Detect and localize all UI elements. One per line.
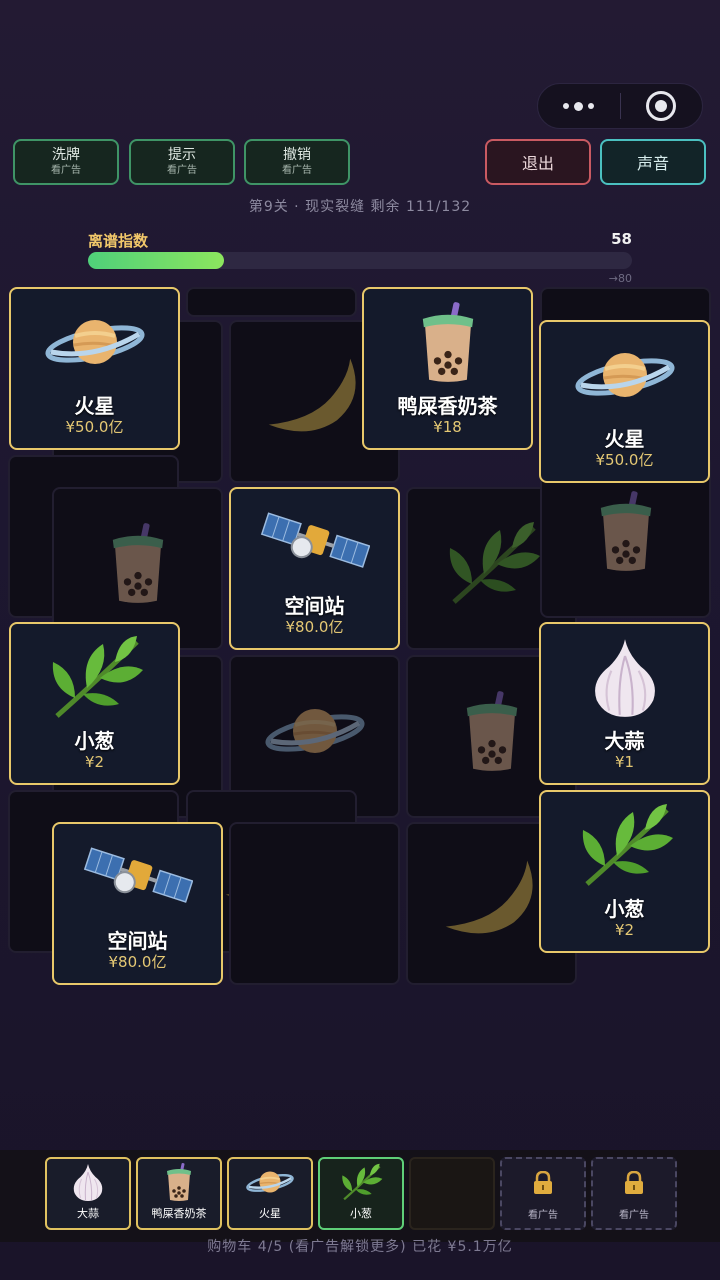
absurdity-meter-goal: →80 bbox=[608, 272, 632, 285]
target-icon bbox=[646, 91, 677, 121]
card-bubble-tea[interactable]: 鸭屎香奶茶 ¥18 bbox=[362, 287, 533, 450]
shuffle-button[interactable]: 洗牌 看广告 bbox=[13, 139, 119, 185]
shuffle-label: 洗牌 bbox=[52, 147, 80, 163]
absurdity-meter-value: 58 bbox=[611, 230, 632, 248]
herb-icon bbox=[575, 800, 675, 890]
covered-card bbox=[229, 822, 400, 985]
bubble-tea-icon bbox=[416, 300, 480, 384]
bubble-tea-icon bbox=[106, 521, 170, 605]
card-space-station[interactable]: 空间站 ¥80.0亿 bbox=[52, 822, 223, 985]
lock-icon bbox=[625, 1170, 643, 1194]
bubble-tea-icon bbox=[460, 689, 524, 773]
card-price: ¥80.0亿 bbox=[285, 618, 344, 636]
herb-icon bbox=[45, 632, 145, 722]
card-price: ¥50.0亿 bbox=[65, 418, 124, 436]
garlic-icon bbox=[587, 635, 663, 719]
cart-slot[interactable]: 鸭屎香奶茶 bbox=[136, 1157, 222, 1230]
cart-slot[interactable]: 火星 bbox=[227, 1157, 313, 1230]
cart-slot-locked[interactable]: 看广告 bbox=[500, 1157, 586, 1230]
planet-icon bbox=[575, 345, 675, 405]
undo-button[interactable]: 撤销 看广告 bbox=[244, 139, 350, 185]
undo-label: 撤销 bbox=[283, 147, 311, 163]
herb-icon bbox=[442, 518, 542, 608]
cart-slot[interactable]: 大蒜 bbox=[45, 1157, 131, 1230]
card-name: 火星 bbox=[74, 394, 115, 418]
cart-slot-label: 鸭屎香奶茶 bbox=[151, 1207, 207, 1220]
card-price: ¥2 bbox=[614, 921, 635, 939]
more-dots-icon bbox=[563, 101, 595, 111]
shuffle-sublabel: 看广告 bbox=[51, 165, 81, 176]
card-price: ¥50.0亿 bbox=[595, 451, 654, 469]
garlic-icon bbox=[70, 1162, 106, 1202]
card-name: 空间站 bbox=[284, 594, 345, 618]
hint-button[interactable]: 提示 看广告 bbox=[129, 139, 235, 185]
level-status: 第9关 · 现实裂缝 剩余 111/132 bbox=[248, 199, 472, 215]
cart-slot-label: 火星 bbox=[259, 1207, 281, 1220]
moon-icon bbox=[260, 352, 370, 440]
cart-slot[interactable]: 小葱 bbox=[318, 1157, 404, 1230]
card-space-station[interactable]: 空间站 ¥80.0亿 bbox=[229, 487, 400, 650]
satellite-icon bbox=[260, 507, 370, 577]
unlock-slot-label: 看广告 bbox=[528, 1210, 558, 1221]
card-price: ¥2 bbox=[84, 753, 105, 771]
herb-icon bbox=[338, 1162, 384, 1202]
card-scallion[interactable]: 小葱 ¥2 bbox=[539, 790, 710, 953]
cart-slot-locked[interactable]: 看广告 bbox=[591, 1157, 677, 1230]
bubble-tea-icon bbox=[164, 1162, 194, 1202]
card-price: ¥1 bbox=[614, 753, 635, 771]
card-garlic[interactable]: 大蒜 ¥1 bbox=[539, 622, 710, 785]
card-price: ¥80.0亿 bbox=[108, 953, 167, 971]
satellite-icon bbox=[83, 842, 193, 912]
mini-program-capsule bbox=[537, 83, 703, 129]
undo-sublabel: 看广告 bbox=[282, 165, 312, 176]
cart-slot-empty bbox=[409, 1157, 495, 1230]
unlock-slot-label: 看广告 bbox=[619, 1210, 649, 1221]
card-scallion[interactable]: 小葱 ¥2 bbox=[9, 622, 180, 785]
bubble-tea-icon bbox=[594, 489, 658, 573]
card-mars[interactable]: 火星 ¥50.0亿 bbox=[539, 320, 710, 483]
more-button[interactable] bbox=[538, 84, 620, 128]
cart-slot-label: 小葱 bbox=[350, 1207, 372, 1220]
moon-icon bbox=[437, 854, 547, 942]
card-name: 空间站 bbox=[107, 929, 168, 953]
planet-icon bbox=[246, 1167, 294, 1197]
sound-button[interactable]: 声音 bbox=[600, 139, 706, 185]
absurdity-meter-label: 离谱指数 bbox=[88, 232, 149, 250]
covered-card bbox=[186, 287, 357, 317]
card-name: 火星 bbox=[604, 427, 645, 451]
card-name: 鸭屎香奶茶 bbox=[397, 394, 498, 418]
absurdity-meter-fill bbox=[88, 252, 224, 269]
cart-slot-label: 大蒜 bbox=[77, 1207, 99, 1220]
exit-button[interactable]: 退出 bbox=[485, 139, 591, 185]
card-mars[interactable]: 火星 ¥50.0亿 bbox=[9, 287, 180, 450]
hint-label: 提示 bbox=[168, 147, 196, 163]
card-name: 小葱 bbox=[74, 729, 115, 753]
card-name: 大蒜 bbox=[604, 729, 645, 753]
planet-icon bbox=[265, 701, 365, 761]
absurdity-meter-track bbox=[88, 252, 632, 269]
lock-icon bbox=[534, 1170, 552, 1194]
cart-status: 购物车 4/5 (看广告解锁更多) 已花 ¥5.1万亿 bbox=[207, 1239, 513, 1255]
hint-sublabel: 看广告 bbox=[167, 165, 197, 176]
card-price: ¥18 bbox=[433, 418, 462, 436]
close-miniprogram-button[interactable] bbox=[621, 84, 703, 128]
card-name: 小葱 bbox=[604, 897, 645, 921]
planet-icon bbox=[45, 312, 145, 372]
